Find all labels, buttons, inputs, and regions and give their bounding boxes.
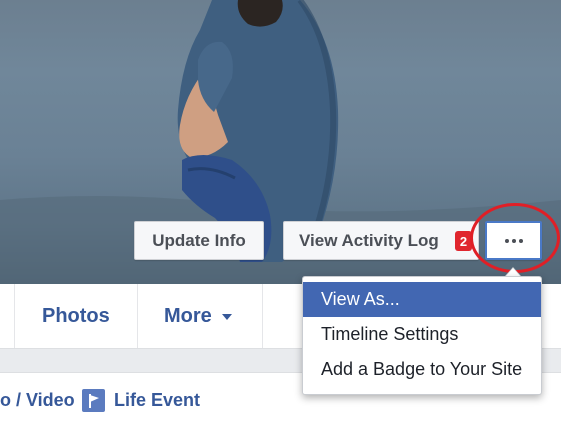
life-event-button[interactable]: Life Event (82, 373, 200, 428)
menu-item-timeline-settings[interactable]: Timeline Settings (303, 317, 541, 352)
nav-divider (14, 284, 15, 348)
menu-item-label: View As... (321, 289, 400, 309)
menu-item-label: Add a Badge to Your Site (321, 359, 523, 379)
ellipsis-icon (504, 238, 523, 243)
nav-divider (137, 284, 138, 348)
tab-photos-label: Photos (42, 304, 110, 327)
life-event-label: Life Event (114, 390, 201, 410)
view-activity-log-button[interactable]: View Activity Log 2 (283, 221, 479, 260)
caret-down-icon (221, 314, 232, 320)
view-activity-log-label: View Activity Log (299, 230, 439, 250)
more-options-menu: View As... Timeline Settings Add a Badge… (302, 276, 542, 395)
photo-video-button[interactable]: o / Video (0, 373, 75, 428)
menu-item-view-as[interactable]: View As... (303, 282, 541, 317)
flag-icon (82, 389, 105, 412)
activity-count-badge: 2 (455, 231, 472, 251)
update-info-button[interactable]: Update Info (134, 221, 264, 260)
nav-divider (262, 284, 263, 348)
tab-photos[interactable]: Photos (42, 284, 110, 348)
menu-item-label: Timeline Settings (321, 324, 459, 344)
tab-more[interactable]: More (164, 284, 232, 348)
photo-video-label: o / Video (0, 390, 75, 410)
tab-more-label: More (164, 304, 212, 327)
more-options-button[interactable] (485, 221, 542, 260)
menu-item-add-badge[interactable]: Add a Badge to Your Site (303, 352, 541, 387)
update-info-label: Update Info (152, 230, 246, 250)
